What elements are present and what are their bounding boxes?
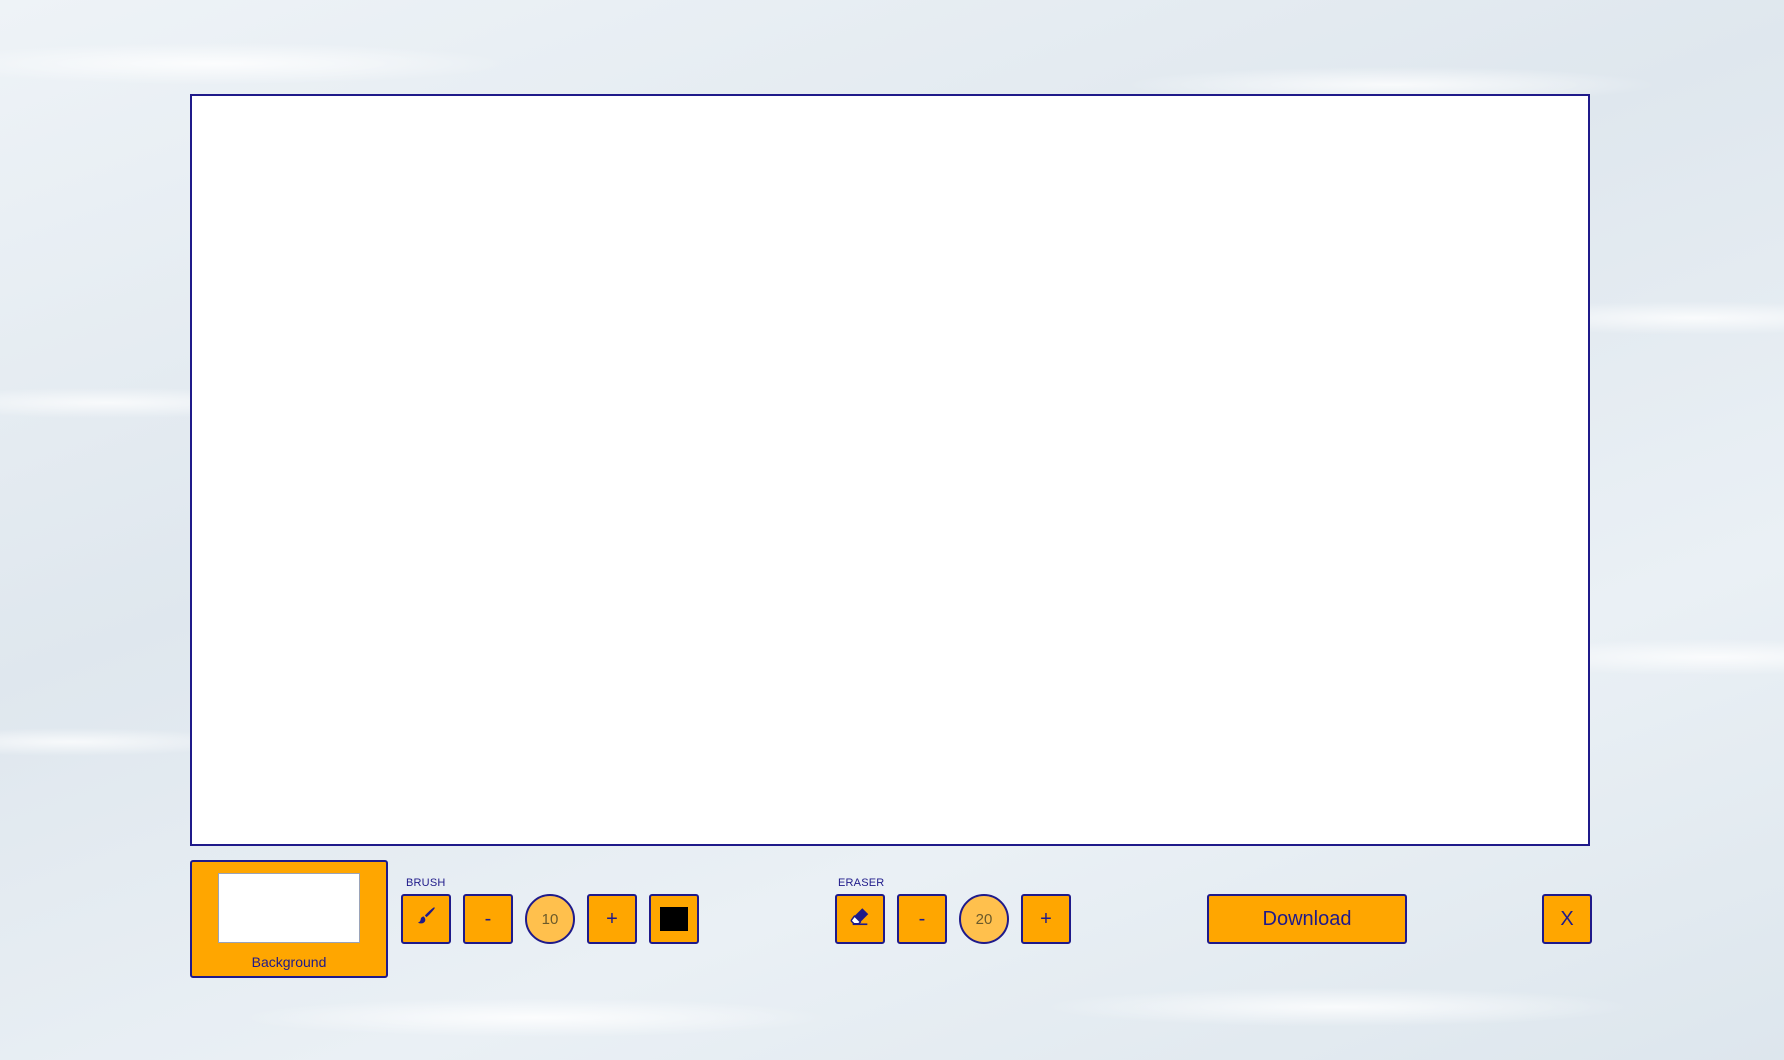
brush-group-label: BRUSH: [406, 877, 446, 889]
download-button[interactable]: Download: [1207, 894, 1407, 944]
brush-size-decrease-button[interactable]: -: [463, 894, 513, 944]
drawing-canvas[interactable]: [190, 94, 1590, 846]
brush-size-value: 10: [525, 894, 575, 944]
close-button[interactable]: X: [1542, 894, 1592, 944]
paintbrush-icon: [415, 905, 437, 933]
brush-color-swatch: [660, 907, 688, 931]
eraser-size-value: 20: [959, 894, 1009, 944]
eraser-size-decrease-button[interactable]: -: [897, 894, 947, 944]
background-color-picker[interactable]: Background: [190, 860, 388, 978]
eraser-size-increase-button[interactable]: +: [1021, 894, 1071, 944]
background-label: Background: [251, 954, 327, 970]
eraser-icon: [849, 905, 871, 933]
brush-size-increase-button[interactable]: +: [587, 894, 637, 944]
eraser-group-label: ERASER: [838, 877, 885, 889]
background-color-swatch[interactable]: [218, 873, 360, 943]
brush-tool-button[interactable]: [401, 894, 451, 944]
brush-color-button[interactable]: [649, 894, 699, 944]
eraser-tool-button[interactable]: [835, 894, 885, 944]
